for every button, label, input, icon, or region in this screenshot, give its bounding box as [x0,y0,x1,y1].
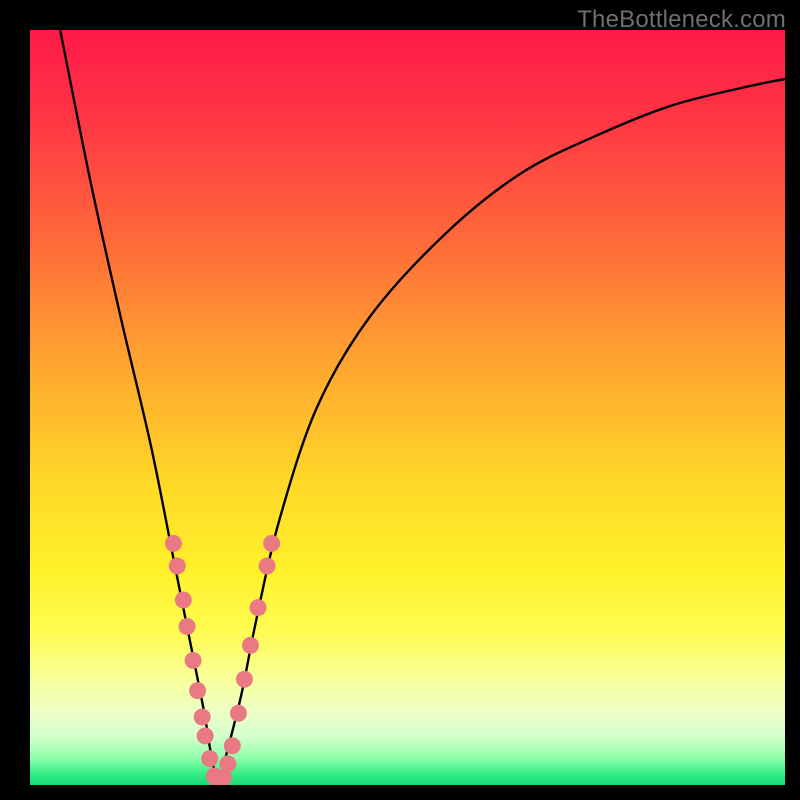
sample-dot [175,592,192,609]
sample-dot [179,618,196,635]
sample-dot [259,558,276,575]
sample-dot [165,535,182,552]
sample-dot [189,682,206,699]
sample-dot [201,750,218,767]
sample-dot [219,755,236,772]
sample-dot [185,652,202,669]
sample-dot [250,599,267,616]
sample-dots [165,535,280,785]
sample-dot [242,637,259,654]
sample-dot [169,558,186,575]
sample-dot [197,727,214,744]
sample-dot [236,671,253,688]
watermark-text: TheBottleneck.com [577,6,786,34]
sample-dot [230,705,247,722]
chart-frame: TheBottleneck.com [0,0,800,800]
sample-dot [194,709,211,726]
bottleneck-curve [60,30,785,785]
sample-dot [263,535,280,552]
curve-layer [30,30,785,785]
plot-area [30,30,785,785]
sample-dot [224,737,241,754]
